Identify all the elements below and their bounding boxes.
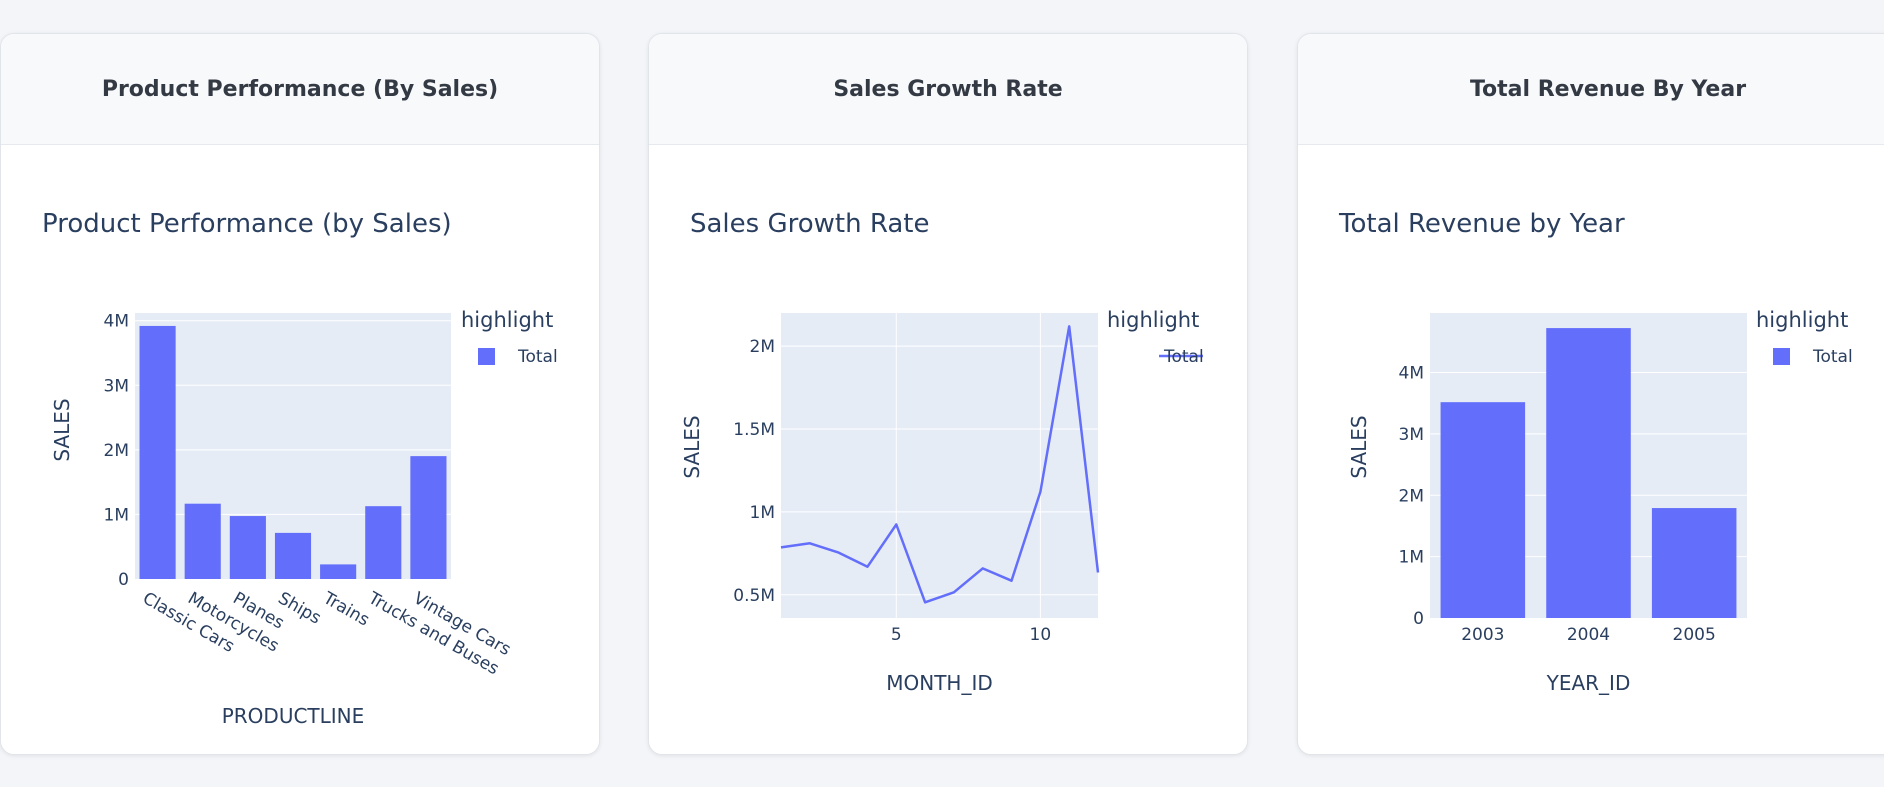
- bar: [1651, 508, 1737, 618]
- bar: [365, 506, 402, 579]
- bar: [229, 516, 266, 579]
- legend-entry-total: Total: [1812, 347, 1853, 367]
- y-tick-label: 2M: [1399, 486, 1424, 506]
- card-header: Total Revenue By Year: [1298, 34, 1884, 145]
- card-header: Product Performance (By Sales): [1, 34, 599, 145]
- x-tick-label: 5: [891, 625, 902, 645]
- sales-growth-card: Sales Growth Rate Sales Growth Rate 0.5M 1…: [648, 33, 1248, 755]
- legend-entry-total: Total: [517, 347, 558, 367]
- product-performance-card: Product Performance (By Sales) Product P…: [0, 33, 600, 755]
- y-tick-label: 4M: [104, 312, 129, 332]
- card-body: Total Revenue by Year 0 1M 2M 3M 4M 2003 2004 20…: [1298, 145, 1884, 754]
- y-tick-label: 3M: [1399, 425, 1424, 445]
- y-tick-label: 1.5M: [733, 420, 775, 440]
- card-body: Sales Growth Rate 0.5M 1M 1.5M 2M 5 10 MONTH_ID…: [649, 145, 1247, 754]
- x-tick-label: 2003: [1461, 625, 1504, 645]
- x-axis-label: YEAR_ID: [1546, 671, 1631, 695]
- bar: [410, 456, 447, 579]
- x-axis-label: MONTH_ID: [886, 671, 993, 695]
- x-tick-label: 2004: [1567, 625, 1610, 645]
- legend-swatch: [1773, 348, 1790, 365]
- y-tick-label: 1M: [104, 505, 129, 525]
- revenue-by-year-card: Total Revenue By Year Total Revenue by Y…: [1297, 33, 1884, 755]
- legend-entry-total: Total: [1163, 347, 1204, 367]
- card-header: Sales Growth Rate: [649, 34, 1247, 145]
- y-tick-label: 0.5M: [733, 586, 775, 606]
- x-tick-label: Trains: [319, 588, 373, 631]
- bar: [139, 325, 176, 579]
- legend-title: highlight: [461, 308, 553, 332]
- y-tick-label: 2M: [750, 337, 775, 357]
- chart-title: Sales Growth Rate: [690, 209, 929, 239]
- x-tick-label: 2005: [1673, 625, 1716, 645]
- bar: [1440, 402, 1526, 618]
- revenue-by-year-chart[interactable]: Total Revenue by Year 0 1M 2M 3M 4M 2003 2004 20…: [1298, 145, 1884, 754]
- x-tick-label: 10: [1030, 625, 1052, 645]
- bar: [184, 503, 221, 579]
- product-performance-chart[interactable]: Product Performance (by Sales)01M2M3M4MC…: [1, 145, 599, 754]
- y-tick-label: 0: [1413, 609, 1424, 629]
- bar: [320, 564, 357, 579]
- legend-title: highlight: [1756, 308, 1848, 332]
- y-tick-label: 3M: [104, 376, 129, 396]
- bar: [274, 532, 312, 579]
- y-axis-label: SALES: [680, 415, 704, 478]
- y-axis-label: SALES: [50, 398, 74, 461]
- bar: [1546, 328, 1631, 618]
- chart-title: Product Performance (by Sales): [42, 209, 452, 239]
- y-tick-label: 1M: [1399, 548, 1424, 568]
- sales-growth-chart[interactable]: Sales Growth Rate 0.5M 1M 1.5M 2M 5 10 MONTH_ID…: [649, 145, 1247, 754]
- y-tick-label: 2M: [104, 441, 129, 461]
- legend-swatch: [478, 348, 495, 365]
- y-tick-label: 4M: [1399, 364, 1424, 384]
- y-tick-label: 0: [118, 570, 129, 590]
- y-tick-label: 1M: [750, 503, 775, 523]
- x-axis-label: PRODUCTLINE: [222, 704, 365, 728]
- legend-title: highlight: [1107, 308, 1199, 332]
- y-axis-label: SALES: [1347, 415, 1371, 478]
- card-body: Product Performance (by Sales) 0 1M 2M 3M 4M C…: [1, 145, 599, 754]
- plot-background: [781, 313, 1098, 618]
- chart-title: Total Revenue by Year: [1338, 209, 1625, 239]
